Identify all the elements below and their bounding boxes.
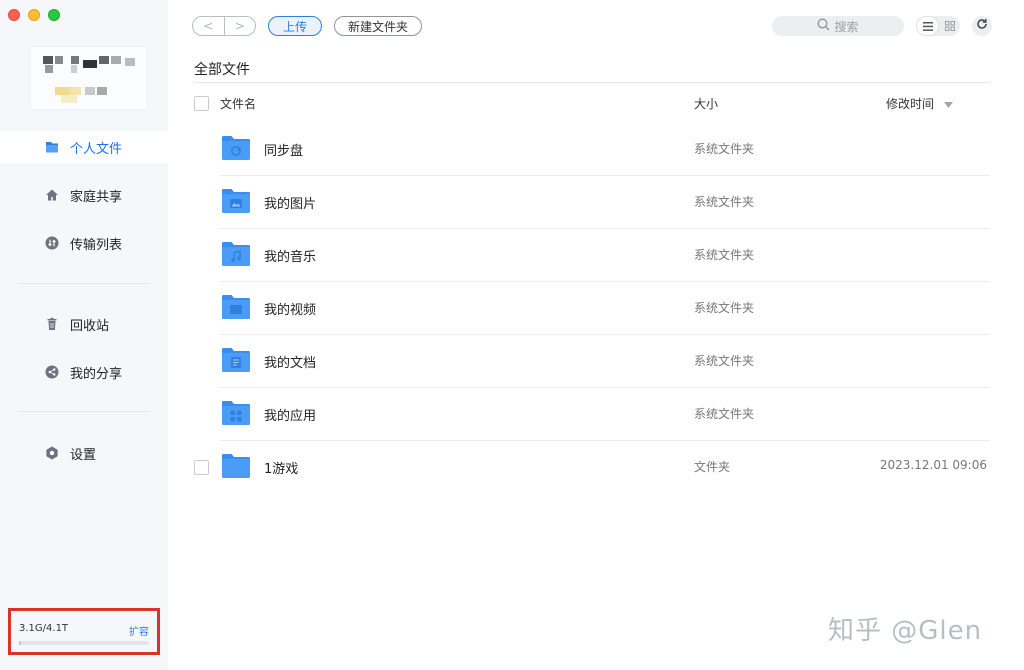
file-kind: 系统文件夹 (694, 248, 755, 262)
select-all-checkbox[interactable] (194, 96, 209, 111)
user-profile-card[interactable] (30, 46, 148, 110)
file-name: 我的应用 (264, 409, 317, 424)
search-input[interactable]: 搜索 (772, 16, 904, 36)
file-row[interactable]: 1游戏 文件夹 2023.12.01 09:06 (194, 441, 990, 494)
nav-family-share[interactable]: 家庭共享 (0, 179, 168, 211)
grid-icon (939, 21, 960, 31)
file-row[interactable]: 同步盘 系统文件夹 (194, 123, 990, 176)
file-name: 我的音乐 (264, 250, 317, 265)
file-name: 我的视频 (264, 303, 317, 318)
file-kind: 系统文件夹 (694, 195, 755, 209)
view-toggle (916, 16, 960, 36)
file-icon (44, 139, 60, 155)
folder-icon (221, 453, 251, 479)
forward-button[interactable]: > (225, 17, 256, 35)
storage-usage-text: 3.1G/4.1T (19, 623, 69, 634)
expand-storage-link[interactable]: 扩容 (129, 623, 149, 638)
column-header-name[interactable]: 文件名 (220, 95, 256, 112)
window-controls (8, 9, 60, 21)
storage-progress-fill (19, 641, 21, 645)
video-icon (230, 305, 242, 314)
list-view-button[interactable] (916, 16, 939, 36)
storage-progress-bar (19, 641, 149, 645)
nav-personal-files[interactable]: 个人文件 (0, 131, 168, 163)
nav-label: 设置 (70, 447, 97, 463)
image-icon (230, 199, 242, 208)
nav-label: 传输列表 (70, 237, 123, 253)
trash-icon (44, 316, 60, 332)
column-header-modified[interactable]: 修改时间 (886, 95, 934, 112)
file-kind: 文件夹 (694, 460, 731, 474)
watermark: 知乎 @Glen (828, 616, 983, 646)
back-button[interactable]: < (193, 17, 225, 35)
close-window-button[interactable] (8, 9, 20, 21)
file-kind: 系统文件夹 (694, 354, 755, 368)
file-row[interactable]: 我的视频 系统文件夹 (194, 282, 990, 335)
file-row[interactable]: 我的应用 系统文件夹 (194, 388, 990, 441)
storage-quota: 3.1G/4.1T 扩容 (8, 608, 160, 655)
refresh-button[interactable] (972, 16, 992, 36)
folder-icon (221, 347, 251, 373)
list-icon (917, 21, 938, 31)
folder-icon (221, 135, 251, 161)
upload-button[interactable]: 上传 (268, 16, 322, 36)
sort-down-icon[interactable] (944, 97, 953, 111)
sidebar-divider (18, 411, 150, 412)
nav-my-shares[interactable]: 我的分享 (0, 356, 168, 388)
search-placeholder: 搜索 (834, 19, 859, 34)
file-list-header: 文件名 大小 修改时间 (194, 92, 990, 114)
nav-label: 个人文件 (70, 141, 123, 157)
nav-label: 我的分享 (70, 366, 123, 382)
folder-icon (221, 188, 251, 214)
file-kind: 系统文件夹 (694, 407, 755, 421)
home-icon (44, 187, 60, 203)
nav-recycle-bin[interactable]: 回收站 (0, 308, 168, 340)
minimize-window-button[interactable] (28, 9, 40, 21)
history-nav: < > (192, 16, 256, 36)
column-header-size[interactable]: 大小 (694, 95, 718, 112)
file-name: 我的文档 (264, 356, 317, 371)
search-icon (817, 18, 830, 34)
folder-icon (221, 400, 251, 426)
nav-settings[interactable]: 设置 (0, 437, 168, 469)
row-checkbox[interactable] (194, 460, 209, 475)
breadcrumb: 全部文件 (194, 62, 250, 78)
file-name: 1游戏 (264, 462, 299, 477)
grid-view-button[interactable] (939, 16, 960, 36)
folder-icon (221, 294, 251, 320)
file-kind: 系统文件夹 (694, 142, 755, 156)
share-icon (44, 364, 60, 380)
file-row[interactable]: 我的文档 系统文件夹 (194, 335, 990, 388)
gear-icon (44, 445, 60, 461)
file-row[interactable]: 我的图片 系统文件夹 (194, 176, 990, 229)
new-folder-button[interactable]: 新建文件夹 (334, 16, 422, 36)
folder-icon (221, 241, 251, 267)
file-name: 我的图片 (264, 197, 317, 212)
transfer-icon (44, 235, 60, 251)
breadcrumb-divider (194, 82, 990, 83)
refresh-icon (976, 18, 988, 34)
document-icon (231, 357, 241, 368)
file-kind: 系统文件夹 (694, 301, 755, 315)
nav-transfer-list[interactable]: 传输列表 (0, 227, 168, 259)
nav-label: 家庭共享 (70, 189, 123, 205)
file-name: 同步盘 (264, 144, 304, 159)
sidebar: 个人文件 家庭共享 传输列表 回收站 我的分享 设置 3.1G/4.1T 扩容 (0, 0, 168, 670)
zoom-window-button[interactable] (48, 9, 60, 21)
file-modified-time: 2023.12.01 09:06 (879, 458, 987, 472)
sidebar-divider (18, 283, 150, 284)
nav-label: 回收站 (70, 318, 110, 334)
file-row[interactable]: 我的音乐 系统文件夹 (194, 229, 990, 282)
